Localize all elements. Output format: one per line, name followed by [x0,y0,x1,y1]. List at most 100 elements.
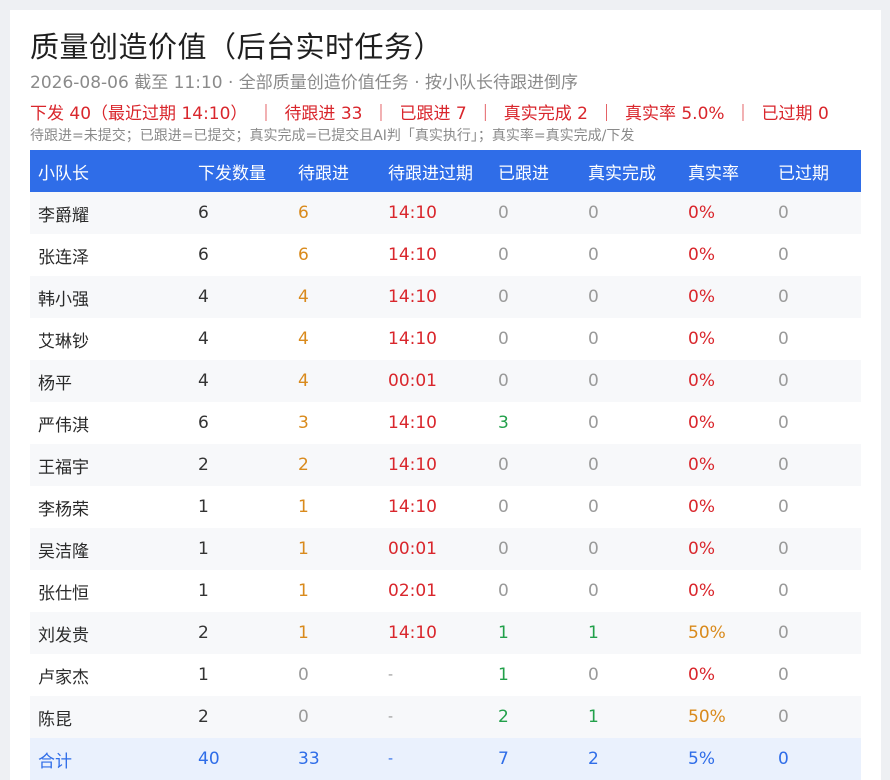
pending-count-cell: 0 [298,707,309,727]
leader-name-cell: 严伟淇 [38,415,89,436]
pending-count-cell: 2 [298,455,309,475]
pending-deadline-cell: 14:10 [388,413,437,433]
real-done-cell: 0 [588,455,599,475]
leader-name-cell: 吴洁隆 [38,541,89,562]
real-done-cell: 0 [588,581,599,601]
leader-name-cell: 陈昆 [38,709,72,730]
issued-count-cell: 2 [198,455,209,475]
pending-count-cell: 6 [298,245,309,265]
column-header-pending-deadline[interactable]: 待跟进过期 [380,150,490,192]
leader-name-cell: 卢家杰 [38,667,89,688]
table-row[interactable]: 吴洁隆 1 1 00:01 0 0 0% 0 [30,528,861,570]
issued-count-cell: 6 [198,245,209,265]
pending-deadline-cell: 14:10 [388,497,437,517]
summary-pending: 待跟进 33 [284,104,363,124]
leader-table: 小队长 下发数量 待跟进 待跟进过期 已跟进 真实完成 真实率 已过期 李爵耀 6… [30,150,861,780]
table-row[interactable]: 王福宇 2 2 14:10 0 0 0% 0 [30,444,861,486]
real-rate-cell: 0% [688,329,715,349]
page-title: 质量创造价值（后台实时任务） [30,30,444,64]
leader-name-cell: 王福宇 [38,457,89,478]
followed-count-cell: 1 [498,623,509,643]
expired-count-cell: 0 [778,581,789,601]
expired-count-cell: 0 [778,707,789,727]
real-rate-cell: 0% [688,287,715,307]
column-header-followed[interactable]: 已跟进 [490,150,580,192]
column-header-real-done[interactable]: 真实完成 [580,150,680,192]
expired-count-cell: 0 [778,329,789,349]
followed-count-cell: 0 [498,371,509,391]
pending-count-cell: 3 [298,413,309,433]
table-row[interactable]: 艾琳钞 4 4 14:10 0 0 0% 0 [30,318,861,360]
real-rate-cell: 50% [688,707,726,727]
expired-count-cell: 0 [778,413,789,433]
summary-separator: ｜ [372,104,390,124]
table-row[interactable]: 张连泽 6 6 14:10 0 0 0% 0 [30,234,861,276]
issued-count-cell: 1 [198,581,209,601]
table-body: 李爵耀 6 6 14:10 0 0 0% 0 张连泽 6 6 14:10 0 0 0% 0 韩小强 4 4 14:10… [30,192,861,780]
column-header-pending[interactable]: 待跟进 [290,150,380,192]
real-done-cell: 0 [588,287,599,307]
column-header-real-rate[interactable]: 真实率 [680,150,770,192]
followed-count-cell: 0 [498,329,509,349]
followed-count-cell: 0 [498,455,509,475]
real-done-cell: 1 [588,707,599,727]
table-row[interactable]: 严伟淇 6 3 14:10 3 0 0% 0 [30,402,861,444]
table-header-row: 小队长 下发数量 待跟进 待跟进过期 已跟进 真实完成 真实率 已过期 [30,150,861,192]
real-done-cell: 1 [588,623,599,643]
followed-count-cell: 2 [498,707,509,727]
real-done-cell: 0 [588,413,599,433]
pending-deadline-cell: - [388,709,394,725]
real-rate-cell: 0% [688,455,715,475]
summary-separator: ｜ [734,104,752,124]
table-row[interactable]: 张仕恒 1 1 02:01 0 0 0% 0 [30,570,861,612]
column-header-expired[interactable]: 已过期 [770,150,861,192]
total-followed-count-cell: 7 [498,749,509,769]
pending-deadline-cell: 14:10 [388,329,437,349]
table-row[interactable]: 陈昆 2 0 - 2 1 50% 0 [30,696,861,738]
pending-deadline-cell: 00:01 [388,371,437,391]
table-row[interactable]: 李爵耀 6 6 14:10 0 0 0% 0 [30,192,861,234]
followed-count-cell: 0 [498,287,509,307]
issued-count-cell: 1 [198,665,209,685]
column-header-leader[interactable]: 小队长 [30,150,190,192]
real-done-cell: 0 [588,329,599,349]
table-row[interactable]: 韩小强 4 4 14:10 0 0 0% 0 [30,276,861,318]
issued-count-cell: 4 [198,371,209,391]
issued-count-cell: 1 [198,539,209,559]
pending-count-cell: 4 [298,371,309,391]
issued-count-cell: 6 [198,203,209,223]
total-row: 合计 40 33 - 7 2 5% 0 [30,738,861,780]
issued-count-cell: 2 [198,623,209,643]
real-rate-cell: 50% [688,623,726,643]
table-row[interactable]: 杨平 4 4 00:01 0 0 0% 0 [30,360,861,402]
real-rate-cell: 0% [688,371,715,391]
real-rate-cell: 0% [688,413,715,433]
table-row[interactable]: 刘发贵 2 1 14:10 1 1 50% 0 [30,612,861,654]
pending-deadline-cell: 14:10 [388,203,437,223]
real-rate-cell: 0% [688,665,715,685]
issued-count-cell: 4 [198,287,209,307]
pending-deadline-cell: - [388,667,394,683]
summary-real-done: 真实完成 2 [503,104,588,124]
expired-count-cell: 0 [778,245,789,265]
total-real-rate-cell: 5% [688,749,715,769]
table-row[interactable]: 卢家杰 1 0 - 1 0 0% 0 [30,654,861,696]
leader-name-cell: 李爵耀 [38,205,89,226]
table-row[interactable]: 李杨荣 1 1 14:10 0 0 0% 0 [30,486,861,528]
real-done-cell: 0 [588,203,599,223]
real-done-cell: 0 [588,245,599,265]
pending-deadline-cell: 14:10 [388,245,437,265]
expired-count-cell: 0 [778,203,789,223]
real-rate-cell: 0% [688,581,715,601]
expired-count-cell: 0 [778,539,789,559]
expired-count-cell: 0 [778,665,789,685]
total-pending-deadline-cell: - [388,751,394,767]
column-header-issued[interactable]: 下发数量 [190,150,290,192]
leader-name-cell: 艾琳钞 [38,331,89,352]
leader-name-cell: 张连泽 [38,247,89,268]
real-done-cell: 0 [588,497,599,517]
summary-separator: ｜ [597,104,615,124]
leader-name-cell: 李杨荣 [38,499,89,520]
followed-count-cell: 3 [498,413,509,433]
pending-count-cell: 0 [298,665,309,685]
